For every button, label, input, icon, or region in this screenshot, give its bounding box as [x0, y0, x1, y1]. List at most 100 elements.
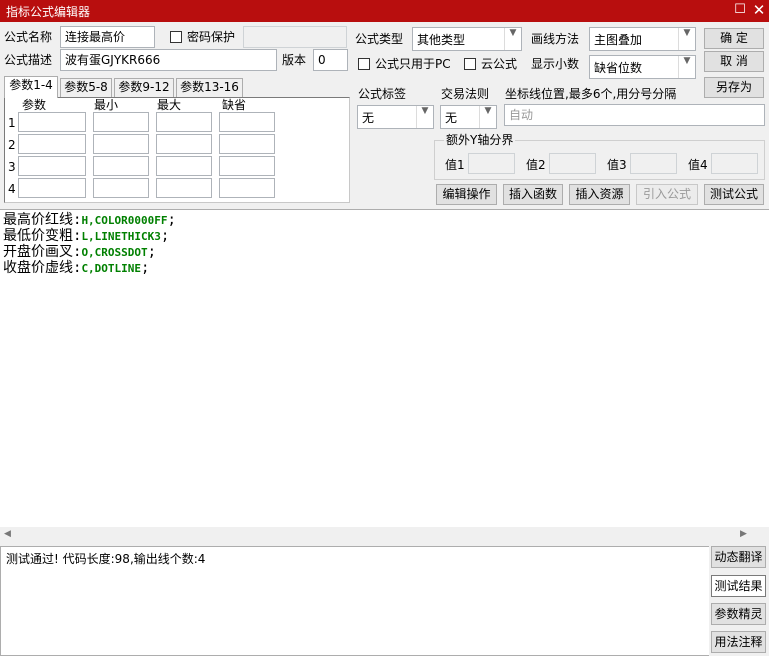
decimals-value: 缺省位数 [594, 61, 643, 75]
param-name-input[interactable] [18, 156, 86, 176]
decimals-select[interactable]: 缺省位数 ▼ [589, 55, 696, 79]
param-default-input[interactable] [219, 178, 275, 198]
title-bar: 指标公式编辑器 ☐ ✕ [0, 0, 769, 22]
dynamic-translate-button[interactable]: 动态翻译 [711, 546, 766, 568]
cloud-label: 云公式 [481, 57, 518, 71]
param-name-input[interactable] [18, 112, 86, 132]
tab-params-5-8[interactable]: 参数5-8 [60, 78, 112, 97]
param-name-input[interactable] [18, 134, 86, 154]
code-expression: L,LINETHICK3 [81, 230, 161, 243]
val4-input[interactable] [711, 153, 758, 174]
val4-label: 值4 [688, 158, 708, 172]
draw-value: 主图叠加 [594, 33, 643, 47]
code-editor[interactable]: 最高价红线:H,COLOR0000FF; 最低价变粗:L,LINETHICK3;… [0, 209, 769, 540]
param-header-name: 参数 [22, 98, 47, 112]
chevron-down-icon: ▼ [678, 28, 695, 50]
code-line: 开盘价画叉:O,CROSSDOT; [3, 244, 156, 261]
code-expression: O,CROSSDOT [81, 246, 148, 259]
password-checkbox[interactable] [170, 31, 182, 43]
param-default-input[interactable] [219, 156, 275, 176]
val2-input[interactable] [549, 153, 596, 174]
chevron-down-icon: ▼ [504, 28, 521, 50]
param-row-num: 4 [8, 182, 16, 196]
version-label: 版本 [282, 53, 307, 67]
name-input[interactable]: 连接最高价 [60, 26, 155, 48]
param-name-input[interactable] [18, 178, 86, 198]
param-max-input[interactable] [156, 134, 212, 154]
decimals-label: 显示小数 [531, 57, 580, 71]
chevron-down-icon: ▼ [479, 106, 496, 128]
desc-input[interactable]: 波有蛋GJYKR666 [60, 49, 277, 71]
param-header-min: 最小 [94, 98, 119, 112]
param-min-input[interactable] [93, 178, 149, 198]
code-output-name: 收盘价虚线 [3, 260, 73, 276]
param-row-num: 1 [8, 116, 16, 130]
param-max-input[interactable] [156, 156, 212, 176]
code-output-name: 最高价红线 [3, 212, 73, 228]
param-default-input[interactable] [219, 134, 275, 154]
param-min-input[interactable] [93, 156, 149, 176]
code-output-name: 最低价变粗 [3, 228, 73, 244]
draw-label: 画线方法 [531, 32, 580, 46]
test-formula-button[interactable]: 测试公式 [704, 184, 764, 205]
param-default-input[interactable] [219, 112, 275, 132]
code-terminator: ; [167, 212, 176, 228]
param-max-input[interactable] [156, 112, 212, 132]
param-max-input[interactable] [156, 178, 212, 198]
version-input[interactable]: 0 [313, 49, 348, 71]
trade-label: 交易法则 [441, 87, 490, 101]
scroll-right-icon[interactable]: ▶ [740, 529, 747, 539]
coord-label: 坐标线位置,最多6个,用分号分隔 [505, 87, 677, 101]
val3-input[interactable] [630, 153, 677, 174]
param-header-max: 最大 [157, 98, 182, 112]
trade-select[interactable]: 无 ▼ [440, 105, 497, 129]
val1-input[interactable] [468, 153, 515, 174]
param-min-input[interactable] [93, 112, 149, 132]
trade-value: 无 [445, 111, 458, 125]
params-grid: 参数 最小 最大 缺省 1 2 3 4 [4, 97, 350, 203]
code-terminator: ; [141, 260, 150, 276]
tab-params-1-4[interactable]: 参数1-4 [4, 76, 58, 98]
param-wizard-button[interactable]: 参数精灵 [711, 603, 766, 625]
chevron-down-icon: ▼ [678, 56, 695, 78]
tab-params-13-16[interactable]: 参数13-16 [176, 78, 243, 97]
usage-notes-button[interactable]: 用法注释 [711, 631, 766, 653]
close-icon[interactable]: ✕ [752, 3, 766, 18]
horizontal-scrollbar[interactable]: ◀ ▶ [0, 527, 769, 543]
maximize-icon[interactable]: ☐ [733, 3, 747, 17]
insert-function-button[interactable]: 插入函数 [503, 184, 563, 205]
y-axis-label: 额外Y轴分界 [444, 132, 516, 148]
coord-input[interactable]: 自动 [504, 104, 765, 126]
tag-select[interactable]: 无 ▼ [357, 105, 434, 129]
ok-button[interactable]: 确 定 [704, 28, 764, 49]
code-line: 最低价变粗:L,LINETHICK3; [3, 228, 169, 245]
result-panel: 测试通过! 代码长度:98,输出线个数:4 [0, 546, 709, 656]
scroll-left-icon[interactable]: ◀ [4, 529, 11, 539]
param-min-input[interactable] [93, 134, 149, 154]
pc-only-label: 公式只用于PC [375, 57, 451, 71]
cancel-button[interactable]: 取 消 [704, 51, 764, 72]
cloud-checkbox[interactable] [464, 58, 476, 70]
test-result-button[interactable]: 测试结果 [711, 575, 766, 597]
param-row-num: 2 [8, 138, 16, 152]
code-expression: H,COLOR0000FF [81, 214, 168, 227]
val2-label: 值2 [526, 158, 546, 172]
name-label: 公式名称 [4, 30, 53, 44]
draw-select[interactable]: 主图叠加 ▼ [589, 27, 696, 51]
type-value: 其他类型 [417, 33, 466, 47]
code-output-name: 开盘价画叉 [3, 244, 73, 260]
code-terminator: ; [160, 228, 170, 244]
password-input[interactable] [243, 26, 347, 48]
tag-value: 无 [362, 111, 375, 125]
tab-params-9-12[interactable]: 参数9-12 [114, 78, 174, 97]
desc-label: 公式描述 [4, 53, 53, 67]
save-as-button[interactable]: 另存为 [704, 77, 764, 98]
code-terminator: ; [147, 244, 157, 260]
insert-resource-button[interactable]: 插入资源 [569, 184, 630, 205]
edit-op-button[interactable]: 编辑操作 [436, 184, 497, 205]
pc-only-checkbox[interactable] [358, 58, 370, 70]
code-line: 最高价红线:H,COLOR0000FF; [3, 212, 176, 229]
import-formula-button[interactable]: 引入公式 [636, 184, 698, 205]
type-select[interactable]: 其他类型 ▼ [412, 27, 522, 51]
param-header-default: 缺省 [222, 98, 247, 112]
